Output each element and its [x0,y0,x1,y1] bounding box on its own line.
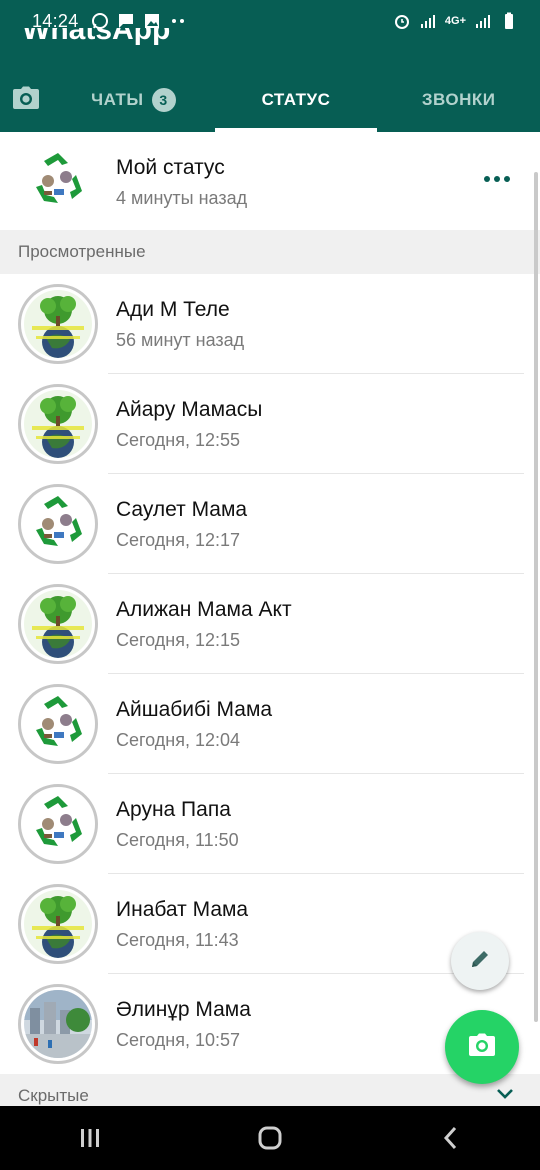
contact-avatar[interactable] [18,984,98,1064]
contact-name: Аруна Папа [116,798,231,821]
status-time: Сегодня, 12:17 [116,530,241,550]
camera-status-button[interactable] [445,1010,519,1084]
signal-icon [419,12,437,30]
camera-icon [468,1033,496,1062]
status-row[interactable]: Аруна Папа Сегодня, 11:50 [0,774,540,874]
section-hidden-label: Скрытые [18,1086,89,1105]
tree-avatar-image [24,290,92,358]
contact-avatar[interactable] [18,684,98,764]
city-avatar-image [24,990,92,1058]
tree-avatar-image [24,390,92,458]
recent-apps-button[interactable] [60,1108,120,1168]
status-row[interactable]: Ади М Теле 56 минут назад [0,274,540,374]
status-time: Сегодня, 12:04 [116,730,241,750]
my-status-row[interactable]: Мой статус 4 минуты назад [0,132,540,230]
my-status-avatar[interactable] [18,141,98,221]
tab-calls[interactable]: ЗВОНКИ [377,68,540,132]
scrollbar[interactable] [534,172,538,1022]
contact-avatar[interactable] [18,384,98,464]
network-type: 4G+ [444,15,466,27]
pencil-icon [468,947,492,976]
tab-status-label: СТАТУС [261,90,331,109]
contact-name: Ади М Теле [116,298,230,321]
status-time: Сегодня, 11:50 [116,830,239,850]
my-status-time: 4 минуты назад [116,188,248,208]
battery-icon [500,12,518,30]
status-row[interactable]: Айару Мамасы Сегодня, 12:55 [0,374,540,474]
tab-status[interactable]: СТАТУС [214,68,378,132]
contact-name: Айшабибі Мама [116,698,273,721]
status-time: Сегодня, 11:43 [116,930,239,950]
alarm-icon [393,12,411,30]
recycle-avatar-image [24,490,92,558]
status-time: Сегодня, 12:55 [116,430,241,450]
unread-badge: 3 [151,88,176,112]
my-status-name: Мой статус [116,156,225,179]
app-title: WhatsApp [22,28,171,46]
chevron-down-icon[interactable] [496,1086,514,1106]
contact-avatar[interactable] [18,284,98,364]
status-time: 56 минут назад [116,330,245,350]
camera-icon [12,86,40,115]
back-button[interactable] [420,1108,480,1168]
contact-avatar[interactable] [18,784,98,864]
contact-avatar[interactable] [18,584,98,664]
contact-avatar[interactable] [18,484,98,564]
tree-avatar-image [24,890,92,958]
system-nav-bar [0,1106,540,1170]
tree-avatar-image [24,590,92,658]
more-dots-icon [169,12,187,30]
status-time: Сегодня, 10:57 [116,1030,241,1050]
recycle-avatar-image [24,690,92,758]
status-row[interactable]: Алижан Мама Акт Сегодня, 12:15 [0,574,540,674]
recycle-avatar-image [24,147,92,215]
edit-text-status-button[interactable] [451,932,509,990]
signal-icon [474,12,492,30]
tab-calls-label: ЗВОНКИ [421,90,496,109]
status-row[interactable]: Айшабибі Мама Сегодня, 12:04 [0,674,540,774]
status-time: Сегодня, 12:15 [116,630,241,650]
camera-tab[interactable] [0,68,52,132]
tab-bar: ЧАТЫ 3 СТАТУС ЗВОНКИ [0,68,540,132]
tab-chats-label: ЧАТЫ [91,90,144,109]
contact-name: Алижан Мама Акт [116,598,292,621]
contact-name: Айару Мамасы [116,398,263,421]
recycle-avatar-image [24,790,92,858]
status-row[interactable]: Саулет Мама Сегодня, 12:17 [0,474,540,574]
contact-name: Әлинұр Мама [116,998,251,1021]
contact-avatar[interactable] [18,884,98,964]
tab-chats[interactable]: ЧАТЫ 3 [52,68,215,132]
section-viewed: Просмотренные [0,230,540,274]
app-bar: WhatsApp ЧАТЫ 3 СТАТУС ЗВОНКИ [0,28,540,132]
home-button[interactable] [240,1108,300,1168]
contact-name: Саулет Мама [116,498,248,521]
section-viewed-label: Просмотренные [18,242,146,261]
more-options-icon[interactable] [484,176,510,182]
contact-name: Инабат Мама [116,898,249,921]
